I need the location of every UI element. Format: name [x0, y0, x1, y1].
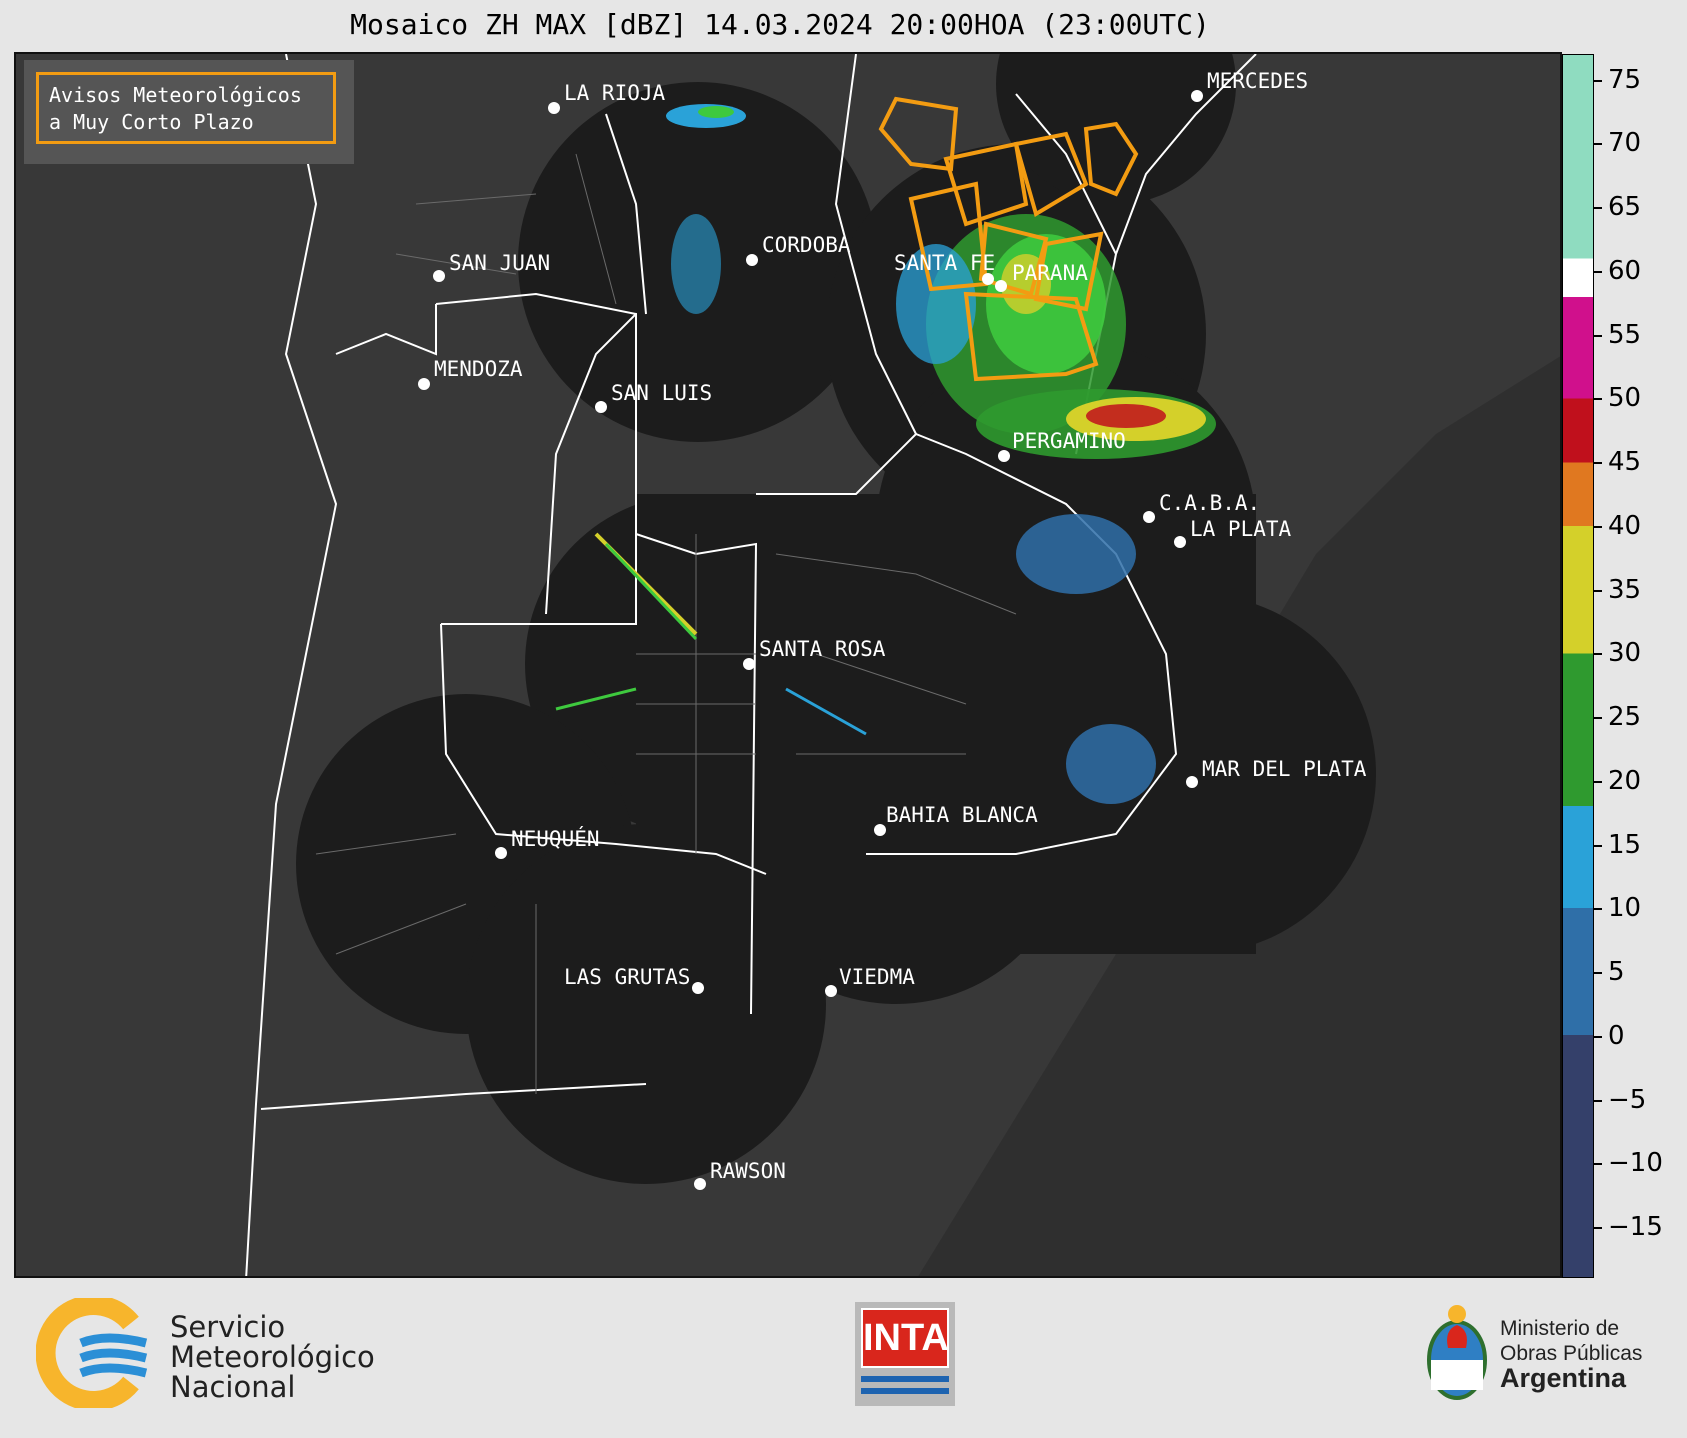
ministry-name: Ministerio de Obras Públicas Argentina [1500, 1316, 1642, 1393]
colorbar-tick-label: 55 [1608, 319, 1642, 350]
city-label: LAS GRUTAS [564, 965, 690, 989]
colorbar-tick-label: 45 [1608, 447, 1642, 477]
colorbar-tick-label: 35 [1608, 574, 1642, 605]
colorbar-tick-mark [1594, 844, 1602, 847]
colorbar-tick-mark [1594, 79, 1602, 82]
colorbar-ticks: 75 70 65 60 55 50 45 40 35 30 25 20 15 10 5 0 −5 −10 −15 [1594, 54, 1684, 1278]
city-label: RAWSON [710, 1159, 786, 1183]
inta-logo: INTA [855, 1302, 955, 1406]
colorbar-tick-mark [1594, 908, 1602, 911]
map-title: Mosaico ZH MAX [dBZ] 14.03.2024 20:00HOA… [350, 8, 1210, 41]
inta-stripe [861, 1376, 949, 1382]
colorbar-tick-mark [1594, 143, 1602, 146]
colorbar-tick-mark [1594, 398, 1602, 401]
smn-logo-icon [36, 1298, 148, 1408]
colorbar-tick-label: 70 [1608, 128, 1642, 159]
alerts-legend-line1: Avisos Meteorológicos [49, 83, 302, 107]
colorbar-tick-mark [1594, 334, 1602, 337]
alerts-legend: Avisos Meteorológicos a Muy Corto Plazo [24, 60, 354, 164]
colorbar-tick-mark [1594, 270, 1602, 273]
colorbar-tick-mark [1594, 589, 1602, 592]
ministry-line3: Argentina [1500, 1363, 1627, 1393]
colorbar-tick-mark [1594, 1035, 1602, 1038]
colorbar-tick-label: 0 [1608, 1020, 1625, 1051]
colorbar-tick-label: −15 [1608, 1212, 1663, 1242]
inta-label: INTA [861, 1308, 949, 1368]
footer: Servicio Meteorológico Nacional INTA Min… [0, 1280, 1687, 1438]
city-label: SANTA FE [894, 251, 995, 275]
colorbar-tick-label: 40 [1608, 510, 1642, 541]
colorbar-tick-mark [1594, 972, 1602, 974]
colorbar-tick-label: 10 [1608, 893, 1642, 924]
city-label: LA RIOJA [564, 81, 666, 105]
colorbar-tick-label: 25 [1608, 702, 1642, 732]
smn-line2: Meteorológico [170, 1340, 375, 1374]
colorbar-tick-label: 20 [1608, 765, 1642, 796]
colorbar-tick-mark [1594, 1163, 1602, 1166]
inta-stripe [861, 1388, 949, 1394]
city-label: SAN JUAN [449, 251, 550, 275]
colorbar-tick-mark [1594, 1227, 1602, 1229]
alerts-legend-frame: Avisos Meteorológicos a Muy Corto Plazo [36, 72, 336, 144]
colorbar-tick-mark [1594, 1099, 1602, 1102]
city-label: MENDOZA [434, 357, 523, 381]
city-label: C.A.B.A. [1159, 491, 1260, 515]
colorbar-tick-label: 5 [1608, 957, 1625, 987]
argentina-coat-of-arms-icon [1427, 1305, 1487, 1400]
colorbar-tick-label: 75 [1608, 64, 1642, 95]
dbz-colorbar [1562, 54, 1594, 1278]
city-label: SANTA ROSA [759, 637, 886, 661]
colorbar-tick-label: 50 [1608, 383, 1642, 414]
smn-name: Servicio Meteorológico Nacional [170, 1312, 375, 1402]
city-label: BAHIA BLANCA [886, 803, 1038, 827]
colorbar-tick-label: −10 [1608, 1148, 1663, 1179]
colorbar-tick-label: 65 [1608, 192, 1642, 222]
colorbar-tick-mark [1594, 717, 1602, 719]
city-label: MAR DEL PLATA [1202, 757, 1367, 781]
colorbar-tick-mark [1594, 462, 1602, 464]
colorbar-tick-mark [1594, 780, 1602, 783]
map-canvas: LA RIOJA MERCEDES CORDOBA SAN JUAN SANTA… [16, 54, 1560, 1276]
city-label: SAN LUIS [611, 381, 712, 405]
smn-line3: Nacional [170, 1370, 296, 1404]
radar-map[interactable]: LA RIOJA MERCEDES CORDOBA SAN JUAN SANTA… [14, 52, 1562, 1278]
city-label: PARANA [1012, 261, 1088, 285]
city-label: PERGAMINO [1012, 429, 1126, 453]
city-label: NEUQUÉN [511, 826, 600, 851]
city-label: LA PLATA [1190, 517, 1292, 541]
city-label: VIEDMA [839, 965, 915, 989]
colorbar-tick-label: 60 [1608, 255, 1642, 286]
smn-line1: Servicio [170, 1310, 286, 1344]
ministry-line1: Ministerio de [1500, 1317, 1620, 1340]
colorbar-tick-mark [1594, 653, 1602, 656]
colorbar-tick-mark [1594, 525, 1602, 528]
colorbar-tick-label: 15 [1608, 829, 1642, 860]
city-label: CORDOBA [762, 233, 851, 257]
colorbar-tick-label: −5 [1608, 1084, 1647, 1115]
city-label: MERCEDES [1207, 69, 1308, 93]
colorbar-tick-mark [1594, 207, 1602, 209]
colorbar-tick-label: 30 [1608, 638, 1642, 669]
alerts-legend-line2: a Muy Corto Plazo [49, 110, 254, 134]
